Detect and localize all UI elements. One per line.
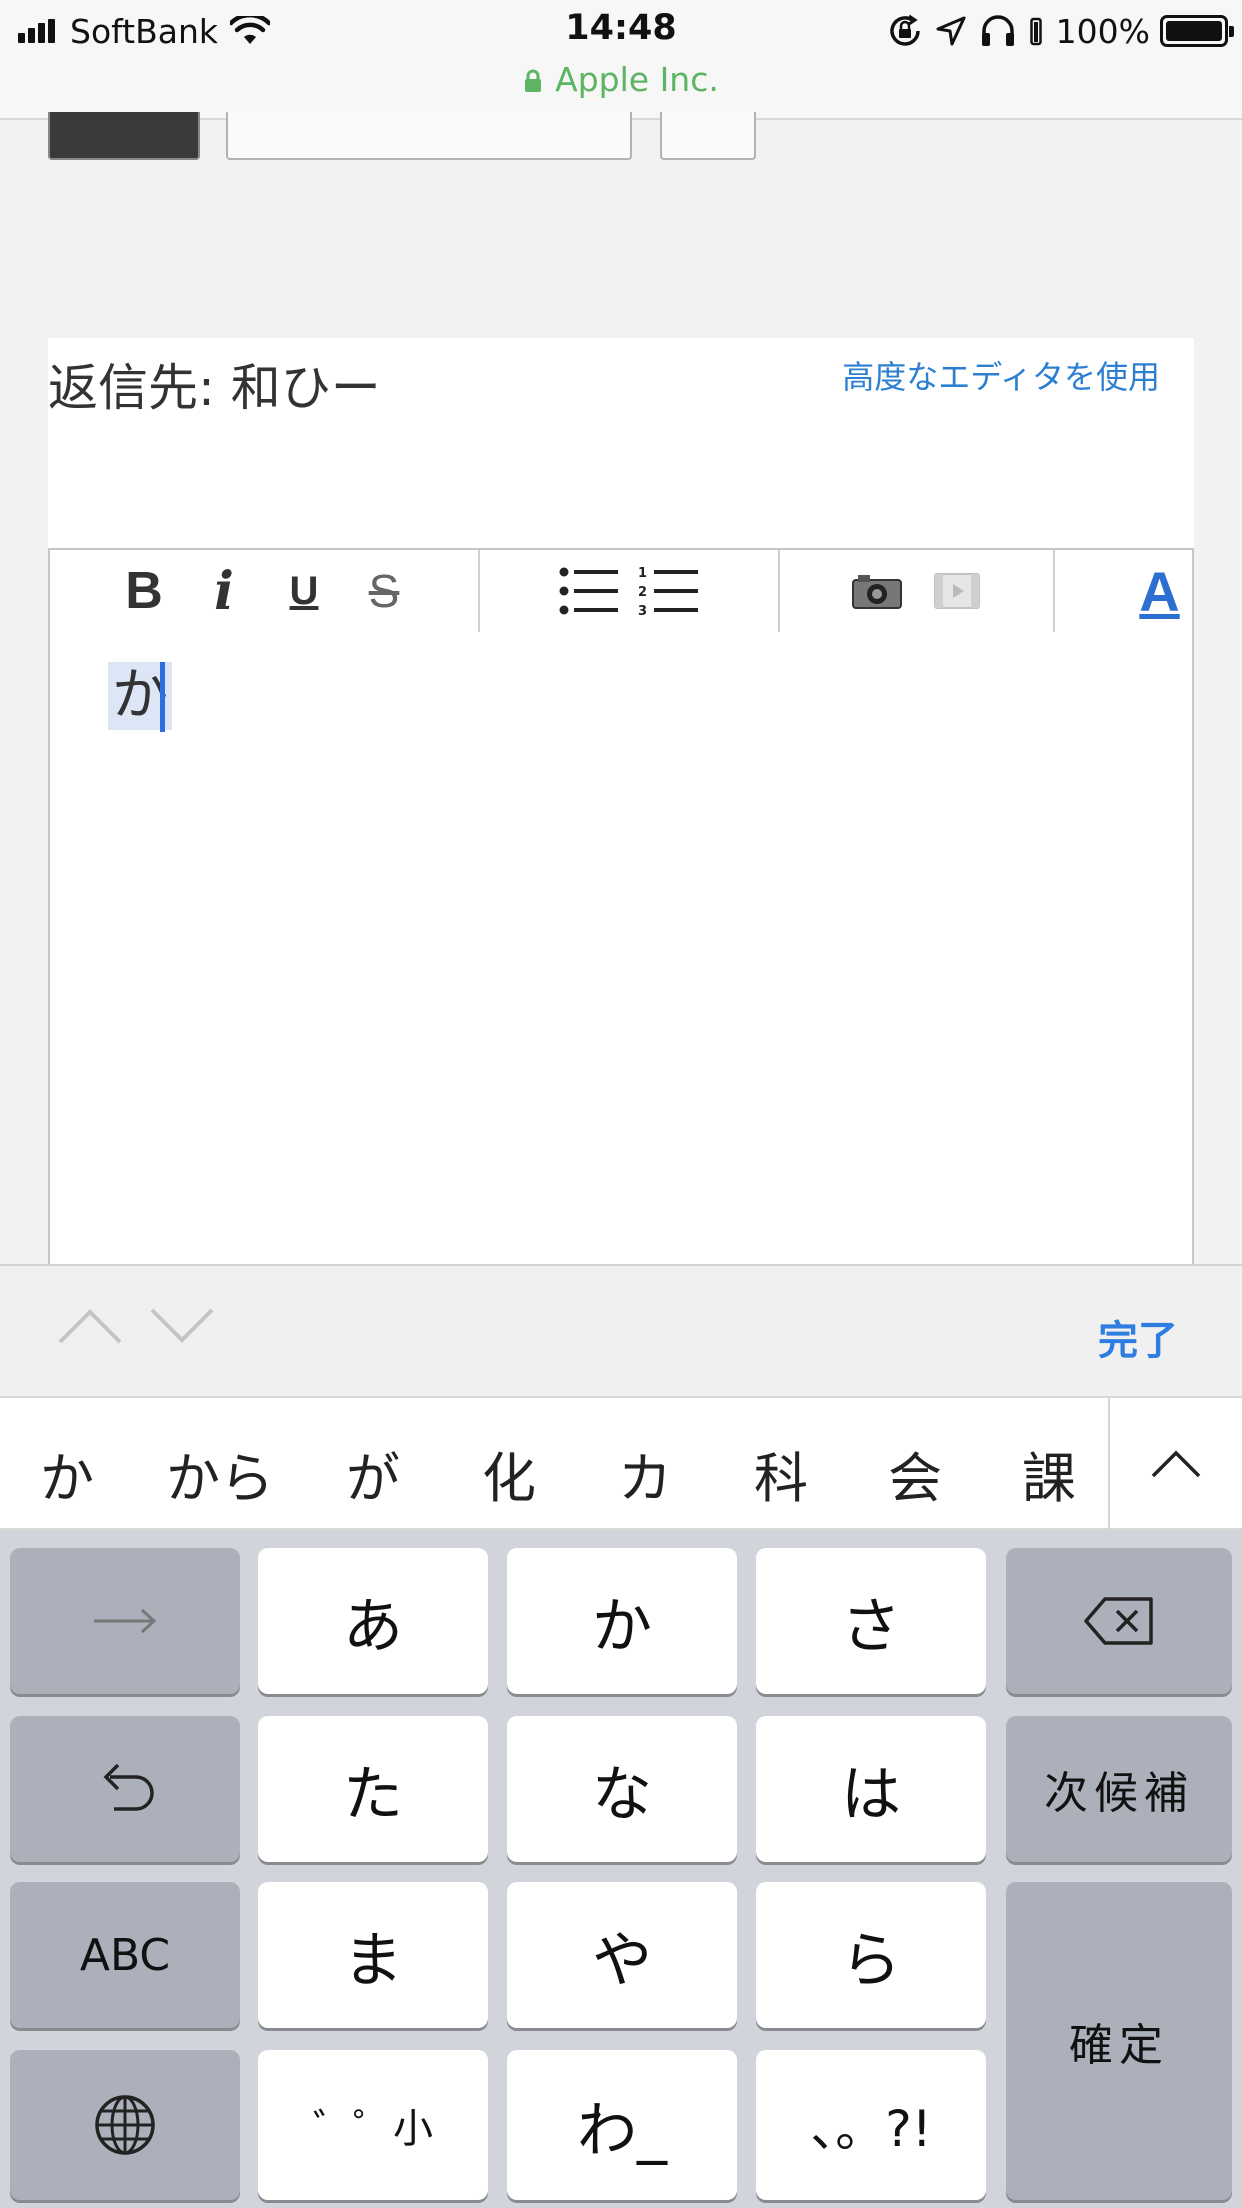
font-color-button[interactable]: A bbox=[1127, 556, 1192, 626]
key-ha[interactable]: は bbox=[756, 1716, 986, 1862]
key-a-label: あ bbox=[343, 1591, 403, 1662]
camera-icon bbox=[851, 575, 902, 609]
editor-body[interactable]: か bbox=[48, 632, 1194, 1264]
video-icon bbox=[933, 573, 980, 609]
bullet-list-button[interactable] bbox=[549, 556, 629, 626]
italic-icon: i bbox=[214, 560, 234, 622]
key-ma[interactable]: ま bbox=[258, 1882, 488, 2028]
key-ta-label: た bbox=[343, 1759, 403, 1830]
lock-icon bbox=[525, 69, 542, 92]
abc-key[interactable]: ABC bbox=[10, 1882, 240, 2028]
format-group: B i U S bbox=[50, 550, 480, 632]
chevron-down-icon[interactable] bbox=[150, 1306, 214, 1346]
undo-icon bbox=[103, 1763, 154, 1811]
key-ha-label: は bbox=[841, 1759, 901, 1830]
candidate-item[interactable]: 科 bbox=[754, 1434, 808, 1513]
status-bar: SoftBank 14:48 100% Apple Inc. bbox=[0, 0, 1242, 120]
globe-icon bbox=[95, 2095, 155, 2155]
key-ya-label: や bbox=[592, 1925, 652, 1996]
chevron-up-icon[interactable] bbox=[58, 1306, 122, 1346]
battery-icon bbox=[1160, 15, 1234, 47]
globe-key[interactable] bbox=[10, 2050, 240, 2200]
next-candidate-label: 次候補 bbox=[1044, 1768, 1194, 1819]
insert-video-button[interactable] bbox=[917, 556, 997, 626]
strikethrough-button[interactable]: S bbox=[344, 556, 424, 626]
numbered-list-icon: 1 2 3 bbox=[638, 566, 698, 617]
bold-icon: B bbox=[125, 562, 163, 620]
strikethrough-icon: S bbox=[368, 565, 400, 617]
undo-key[interactable] bbox=[10, 1716, 240, 1862]
candidate-item[interactable]: か bbox=[40, 1434, 94, 1513]
bullet-list-icon bbox=[559, 567, 618, 615]
key-dakuten-small[interactable]: ゛゜小 bbox=[258, 2050, 488, 2200]
svg-text:2: 2 bbox=[638, 585, 647, 600]
font-color-icon: A bbox=[1139, 559, 1180, 623]
top-dark-button[interactable] bbox=[48, 112, 200, 160]
key-ta[interactable]: た bbox=[258, 1716, 488, 1862]
orientation-lock-icon bbox=[889, 14, 920, 46]
delete-icon bbox=[1084, 1597, 1153, 1645]
key-sa[interactable]: さ bbox=[756, 1548, 986, 1694]
status-right: 100% bbox=[874, 10, 1234, 52]
candidate-item[interactable]: が bbox=[346, 1434, 400, 1513]
candidate-item[interactable]: 化 bbox=[482, 1434, 536, 1513]
key-ma-label: ま bbox=[343, 1925, 403, 1996]
candidate-expand-button[interactable] bbox=[1108, 1398, 1242, 1530]
next-candidate-key[interactable]: 次候補 bbox=[1006, 1716, 1232, 1862]
abc-key-label: ABC bbox=[79, 1929, 171, 1981]
insert-photo-button[interactable] bbox=[837, 556, 917, 626]
key-punctuation[interactable]: 、。?! bbox=[756, 2050, 986, 2200]
key-ra[interactable]: ら bbox=[756, 1882, 986, 2028]
key-ka-label: か bbox=[592, 1591, 652, 1662]
candidate-item[interactable]: カ bbox=[618, 1434, 672, 1513]
top-select-field[interactable] bbox=[226, 112, 632, 160]
candidate-bar: か から が 化 カ 科 会 課 bbox=[0, 1396, 1242, 1530]
key-dakuten-small-label: ゛゜小 bbox=[313, 2106, 433, 2152]
headphones-icon bbox=[981, 15, 1014, 46]
key-sa-label: さ bbox=[841, 1591, 901, 1662]
battery-percentage: 100% bbox=[1055, 11, 1150, 51]
delete-key[interactable] bbox=[1006, 1548, 1232, 1694]
confirm-key-label: 確定 bbox=[1069, 2020, 1169, 2071]
done-button[interactable]: 完了 bbox=[1098, 1308, 1178, 1366]
cursor-right-key[interactable] bbox=[10, 1548, 240, 1694]
list-group: 1 2 3 bbox=[480, 550, 780, 632]
arrow-right-icon bbox=[94, 1608, 157, 1634]
key-ya[interactable]: や bbox=[507, 1882, 737, 2028]
underline-icon: U bbox=[289, 568, 319, 613]
key-punctuation-label: 、。?! bbox=[810, 2100, 932, 2158]
location-arrow-icon bbox=[936, 16, 966, 46]
keyboard: ABC あ か さ た な は ま や ら ゛゜小 わ_ 、。?! 次候補 確定 bbox=[0, 1530, 1242, 2208]
underline-button[interactable]: U bbox=[264, 556, 344, 626]
key-wa-label: わ_ bbox=[577, 2095, 667, 2166]
italic-button[interactable]: i bbox=[184, 556, 264, 626]
site-identity[interactable]: Apple Inc. bbox=[0, 60, 1242, 99]
advanced-editor-link[interactable]: 高度なエディタを使用 bbox=[842, 352, 1160, 398]
candidate-item[interactable]: から bbox=[166, 1434, 274, 1513]
reply-to-label: 返信先: 和ひー bbox=[48, 359, 381, 417]
chevron-up-icon bbox=[1151, 1450, 1201, 1478]
key-na-label: な bbox=[592, 1759, 652, 1830]
battery-level-icon bbox=[1029, 17, 1042, 46]
site-name: Apple Inc. bbox=[555, 60, 719, 99]
text-cursor bbox=[160, 662, 165, 732]
numbered-list-button[interactable]: 1 2 3 bbox=[629, 556, 709, 626]
editor-toolbar: B i U S 1 2 3 A bbox=[48, 548, 1194, 634]
svg-text:1: 1 bbox=[638, 566, 647, 581]
keyboard-accessory-bar: 完了 bbox=[0, 1264, 1242, 1396]
key-a[interactable]: あ bbox=[258, 1548, 488, 1694]
candidate-item[interactable]: 会 bbox=[888, 1434, 942, 1513]
font-group: A bbox=[1055, 550, 1192, 632]
key-ka[interactable]: か bbox=[507, 1548, 737, 1694]
top-small-button[interactable] bbox=[660, 112, 756, 160]
candidate-item[interactable]: 課 bbox=[1022, 1434, 1076, 1513]
svg-text:3: 3 bbox=[638, 604, 647, 617]
bold-button[interactable]: B bbox=[104, 556, 184, 626]
key-ra-label: ら bbox=[841, 1925, 901, 1996]
media-group bbox=[780, 550, 1055, 632]
confirm-key[interactable]: 確定 bbox=[1006, 1882, 1232, 2200]
key-wa[interactable]: わ_ bbox=[507, 2050, 737, 2200]
key-na[interactable]: な bbox=[507, 1716, 737, 1862]
